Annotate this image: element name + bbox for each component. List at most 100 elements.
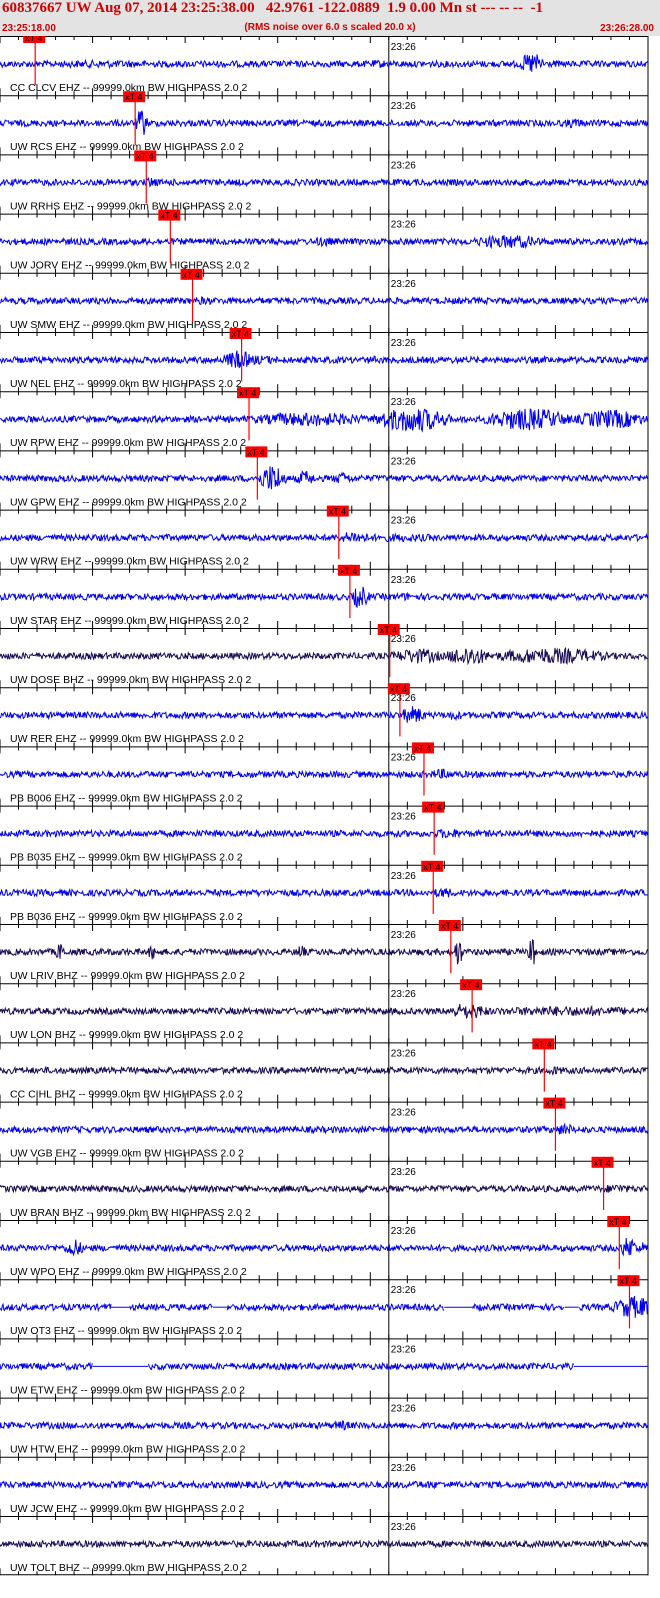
station-label: UW WRW EHZ -- 99999.0km BW HIGHPASS 2.0 …: [10, 556, 249, 568]
minute-label: 23:26: [391, 1522, 416, 1533]
pick-label: xT 4: [247, 447, 264, 457]
minute-label: 23:26: [391, 575, 416, 586]
pick-label: xT 4: [340, 566, 357, 576]
waveform-trace: [0, 295, 649, 306]
minute-label: 23:26: [391, 160, 416, 171]
seismogram-plot: 23:26CC CLCV EHZ -- 99999.0km BW HIGHPAS…: [0, 36, 649, 1576]
waveform-trace: [0, 532, 649, 543]
waveform-trace: [0, 1538, 649, 1549]
pick-label: xT 4: [462, 980, 479, 990]
pick-label: xT 4: [239, 388, 256, 398]
minute-label: 23:26: [391, 220, 416, 231]
station-label: UW JCW EHZ -- 99999.0km BW HIGHPASS 2.0 …: [10, 1503, 245, 1515]
pick-label: xT 4: [424, 803, 441, 813]
minute-label: 23:26: [391, 456, 416, 467]
waveform-trace: [0, 1419, 649, 1431]
station-label: UW BRAN BHZ -- 99999.0km BW HIGHPASS 2.0…: [10, 1207, 251, 1219]
waveform-trace: [0, 110, 649, 135]
station-label: UW STAR EHZ -- 99999.0km BW HIGHPASS 2.0…: [10, 615, 249, 627]
waveform-trace: [0, 1238, 649, 1257]
waveform-trace: [0, 176, 649, 188]
pick-label: xT 4: [160, 211, 177, 221]
pick-label: xT 4: [619, 1276, 636, 1286]
pick-label: xT 4: [441, 921, 458, 931]
station-label: UW RPW EHZ -- 99999.0km BW HIGHPASS 2.0 …: [10, 437, 246, 449]
waveform-trace: [0, 768, 649, 780]
minute-label: 23:26: [391, 1048, 416, 1059]
waveform-trace: [0, 350, 649, 369]
minute-label: 23:26: [391, 634, 416, 645]
waveform-trace: [0, 1183, 649, 1194]
station-label: UW JORV EHZ -- 99999.0km BW HIGHPASS 2.0…: [10, 260, 250, 272]
minute-label: 23:26: [391, 812, 416, 823]
minute-label: 23:26: [391, 1404, 416, 1415]
station-label: UW DOSE BHZ -- 99999.0km BW HIGHPASS 2.0…: [10, 674, 252, 686]
waveform-trace: [0, 466, 649, 490]
station-label: UW LON BHZ -- 99999.0km BW HIGHPASS 2.0 …: [10, 1029, 243, 1041]
pick-label: xT 4: [534, 1039, 551, 1049]
station-label: CC CIHL BHZ -- 99999.0km BW HIGHPASS 2.0…: [10, 1088, 243, 1100]
pick-label: xT 4: [329, 507, 346, 517]
minute-label: 23:26: [391, 397, 416, 408]
waveform-trace: [0, 234, 649, 250]
minute-label: 23:26: [391, 1463, 416, 1474]
waveform-trace: [0, 939, 649, 965]
minute-label: 23:26: [391, 1108, 416, 1119]
waveform-trace: [0, 1004, 649, 1019]
station-label: UW TOLT BHZ -- 99999.0km BW HIGHPASS 2.0…: [10, 1562, 247, 1574]
minute-label: 23:26: [391, 516, 416, 527]
waveform-trace: [0, 1296, 649, 1318]
station-label: UW WPO EHZ -- 99999.0km BW HIGHPASS 2.0 …: [10, 1266, 247, 1278]
waveform-trace: [0, 408, 649, 433]
station-label: UW OT3 EHZ -- 99999.0km BW HIGHPASS 2.0 …: [10, 1325, 242, 1337]
waveform-trace: [0, 586, 649, 609]
minute-label: 23:26: [391, 279, 416, 290]
pick-label: xT 4: [594, 1158, 611, 1168]
pick-label: xT 4: [545, 1099, 562, 1109]
pick-label: xT 4: [232, 329, 249, 339]
minute-label: 23:26: [391, 752, 416, 763]
minute-label: 23:26: [391, 1285, 416, 1296]
pick-label: xT 4: [609, 1217, 626, 1227]
station-label: UW HTW EHZ -- 99999.0km BW HIGHPASS 2.0 …: [10, 1444, 246, 1456]
station-label: UW RER EHZ -- 99999.0km BW HIGHPASS 2.0 …: [10, 733, 244, 745]
pick-label: xT 4: [136, 151, 153, 161]
waveform-trace: [0, 1479, 649, 1490]
station-label: UW RRHS EHZ -- 99999.0km BW HIGHPASS 2.0…: [10, 200, 252, 212]
pick-label: xT 4: [380, 625, 397, 635]
station-label: PB B035 EHZ -- 99999.0km BW HIGHPASS 2.0…: [10, 852, 243, 864]
pick-label: xT 4: [390, 684, 407, 694]
minute-label: 23:26: [391, 871, 416, 882]
pick-label: xT 4: [414, 743, 431, 753]
minute-label: 23:26: [391, 101, 416, 112]
station-label: UW VGB EHZ -- 99999.0km BW HIGHPASS 2.0 …: [10, 1148, 244, 1160]
pick-label: xT 4: [183, 270, 200, 280]
waveform-trace: [0, 646, 649, 666]
station-label: UW ETW EHZ -- 99999.0km BW HIGHPASS 2.0 …: [10, 1384, 245, 1396]
station-label: UW RCS EHZ -- 99999.0km BW HIGHPASS 2.0 …: [10, 141, 244, 153]
station-label: UW LRIV BHZ -- 99999.0km BW HIGHPASS 2.0…: [10, 970, 245, 982]
minute-label: 23:26: [391, 1344, 416, 1355]
header-bar: 60837667 UW Aug 07, 2014 23:25:38.00 42.…: [0, 0, 660, 36]
waveform-trace: [0, 706, 649, 723]
waveform-trace: [0, 1065, 649, 1076]
waveform-trace: [0, 1122, 649, 1135]
station-label: UW GPW EHZ -- 99999.0km BW HIGHPASS 2.0 …: [10, 496, 247, 508]
pick-label: xT 4: [25, 36, 42, 43]
minute-label: 23:26: [391, 42, 416, 53]
waveform-trace: [0, 887, 649, 898]
event-title: 60837667 UW Aug 07, 2014 23:25:38.00 42.…: [2, 0, 543, 16]
rms-note: (RMS noise over 6.0 s scaled 20.0 x): [244, 22, 416, 33]
waveform-trace: [0, 1361, 575, 1372]
minute-label: 23:26: [391, 1226, 416, 1237]
station-label: PB B036 EHZ -- 99999.0km BW HIGHPASS 2.0…: [10, 911, 243, 923]
minute-label: 23:26: [391, 693, 416, 704]
station-label: UW NEL EHZ -- 99999.0km BW HIGHPASS 2.0 …: [10, 378, 242, 390]
pick-label: xT 4: [423, 862, 440, 872]
waveform-trace: [0, 54, 649, 72]
minute-label: 23:26: [391, 989, 416, 1000]
minute-label: 23:26: [391, 338, 416, 349]
end-time-label: 23:26:28.00: [600, 23, 654, 34]
station-label: UW SMW EHZ -- 99999.0km BW HIGHPASS 2.0 …: [10, 319, 247, 331]
minute-label: 23:26: [391, 930, 416, 941]
